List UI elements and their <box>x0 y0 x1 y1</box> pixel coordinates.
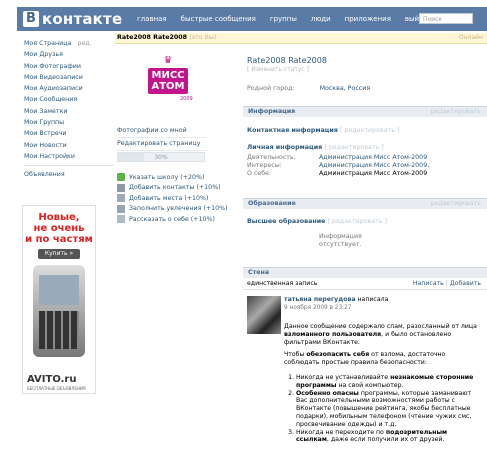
profile-name: Rate2008 Rate2008 <box>247 56 327 65</box>
top-nav: главная быстрые сообщения группы люди пр… <box>137 7 442 31</box>
wall-actions: Написать | Добавить <box>412 280 481 287</box>
interests-row: Интересы: Администрация Мисс Атом-2009, <box>247 162 430 169</box>
info-section-title: Информация <box>248 108 296 115</box>
ad-brand: AVITO.ru <box>27 374 77 385</box>
post-author-avatar[interactable] <box>247 296 281 334</box>
phone-image <box>33 265 85 357</box>
post-author-link[interactable]: татьяна перегудова <box>284 296 356 303</box>
edit-page-link[interactable]: Редактировать страницу <box>117 138 207 151</box>
nav-people[interactable]: люди <box>311 15 331 23</box>
logo-icon: В <box>23 11 39 27</box>
logo[interactable]: В контакте <box>23 10 122 28</box>
top-bar: В контакте главная быстрые сообщения гру… <box>17 7 487 31</box>
plus-icon <box>117 173 125 182</box>
list-item: Никогда не устанавливайте незнакомые сто… <box>296 374 479 390</box>
contact-edit-link[interactable]: [ редактировать ] <box>340 127 399 134</box>
sidebar-item-news[interactable]: Мои Новости <box>24 140 114 151</box>
ad-buy-button[interactable]: Купить » <box>38 249 80 259</box>
ad-line-3: и по частям <box>25 234 93 245</box>
post-body-1: Данное сообщение содержало спам, разосла… <box>284 323 477 346</box>
ad-line-2: не очень <box>33 223 85 234</box>
sidebar-item-my-page[interactable]: Моя Страница ред. <box>24 38 114 49</box>
change-status-link[interactable]: [ Изменить статус ] <box>247 66 309 73</box>
list-icon <box>117 204 125 213</box>
wall-toolbar: единственная запись Написать | Добавить <box>243 279 487 290</box>
sidebar-item-notes[interactable]: Мои Заметки <box>24 106 114 117</box>
list-item: Особенно опасны программы, которые заман… <box>296 390 479 429</box>
post-security-list: Никогда не устанавливайте незнакомые сто… <box>284 374 479 444</box>
sidebar-item-settings[interactable]: Мои Настройки <box>24 151 114 162</box>
advertisement-banner[interactable]: Новые, не очень и по частям Купить » AVI… <box>22 205 96 394</box>
profile-photo[interactable]: ♛ МИСС АТОМ 2009 <box>146 56 210 112</box>
sidebar-item-videos[interactable]: Мои Видеозаписи <box>24 72 114 83</box>
info-edit-link[interactable]: редактировать <box>431 107 481 117</box>
phone-icon <box>117 183 125 192</box>
activity-row: Деятельность: Администрация Мисс Атом-200… <box>247 154 428 161</box>
sidebar-item-groups[interactable]: Мои Группы <box>24 117 114 128</box>
personal-info-title: Личная информация [ редактировать ] <box>247 144 384 151</box>
ad-line-1: Новые, <box>38 212 80 223</box>
photo-logo-text: МИСС АТОМ <box>148 68 188 94</box>
nav-apps[interactable]: приложения <box>345 15 391 23</box>
post-date: 9 ноября 2009 в 23:27 <box>284 305 352 311</box>
hometown-label: Родной город: <box>247 85 295 92</box>
sidebar-item-audio[interactable]: Мои Аудиозаписи <box>24 83 114 94</box>
online-status: Онлайн <box>459 34 483 41</box>
speech-icon <box>117 215 125 224</box>
education-empty-2: отсутствует. <box>319 241 362 248</box>
header-status: (это Вы) <box>189 34 217 41</box>
hometown-value[interactable]: Москва, Россия <box>320 85 371 92</box>
tip-school[interactable]: Указать школу (+20%) <box>117 172 227 183</box>
ad-brand-sub: БЕСПЛАТНЫЕ ОБЪЯВЛЕНИЯ <box>27 386 86 391</box>
profile-actions: Фотографии со мной Редактировать страниц… <box>117 125 207 151</box>
progress-label: 30% <box>154 154 168 161</box>
header-name-text: Rate2008 Rate2008 <box>117 34 188 41</box>
wall-section-header[interactable]: Стена <box>243 267 487 278</box>
photos-with-me-link[interactable]: Фотографии со мной <box>117 125 207 138</box>
higher-education-edit-link[interactable]: [ редактировать ] <box>328 218 387 225</box>
house-icon <box>117 194 125 203</box>
education-edit-link[interactable]: редактировать <box>431 199 481 209</box>
education-empty-1: Информация <box>319 233 362 240</box>
post-header: татьяна перегудова написала <box>284 296 389 303</box>
tip-hobbies[interactable]: Заполнить увлечения (+10%) <box>117 204 228 215</box>
sidebar-item-photos[interactable]: Мои Фотографии <box>24 61 114 72</box>
nav-home[interactable]: главная <box>137 15 167 23</box>
sidebar-divider <box>24 165 114 167</box>
search-input[interactable]: Поиск <box>419 13 473 24</box>
profile-header: Rate2008 Rate2008 (это Вы) Онлайн <box>115 33 487 44</box>
education-section-header[interactable]: Образование редактировать <box>243 198 487 209</box>
sidebar: Моя Страница ред. Мои Друзья Мои Фотограф… <box>24 38 114 181</box>
sidebar-item-friends[interactable]: Мои Друзья <box>24 49 114 60</box>
post-body-2: Чтобы обезопасить себя от взлома, достат… <box>284 351 446 366</box>
about-row: О себе: Администрация Мисс Атом-2009 <box>247 170 428 177</box>
profile-completeness-bar: 30% <box>117 152 205 162</box>
tip-contacts[interactable]: Добавить контакты (+10%) <box>117 183 227 194</box>
photo-year: 2009 <box>180 96 193 102</box>
sidebar-item-messages[interactable]: Мои Сообщения <box>24 94 114 105</box>
sidebar-item-label[interactable]: Моя Страница <box>24 40 71 47</box>
info-section-header[interactable]: Информация редактировать <box>243 106 487 117</box>
wall-write-link[interactable]: Написать <box>413 280 444 287</box>
sidebar-item-events[interactable]: Мои Встречи <box>24 128 114 139</box>
profile-tips: Указать школу (+20%) Добавить контакты (… <box>117 172 228 225</box>
personal-edit-link[interactable]: [ редактировать ] <box>324 144 383 151</box>
wall-count: единственная запись <box>247 280 318 287</box>
nav-quick-messages[interactable]: быстрые сообщения <box>181 15 256 23</box>
contact-info-title: Контактная информация [ редактировать ] <box>247 127 400 134</box>
sidebar-item-ads[interactable]: Объявления <box>24 169 114 180</box>
wall-add-link[interactable]: Добавить <box>450 280 481 287</box>
nav-groups[interactable]: группы <box>270 15 297 23</box>
list-item: Никогда не переходите по подозрительным … <box>296 429 479 445</box>
header-name: Rate2008 Rate2008 (это Вы) <box>117 34 216 41</box>
tip-about[interactable]: Рассказать о себе (+10%) <box>117 214 227 225</box>
logo-text: контакте <box>42 10 123 28</box>
sidebar-edit-link[interactable]: ред. <box>77 40 91 47</box>
hometown-row: Родной город: Москва, Россия <box>247 85 370 92</box>
tip-places[interactable]: Добавить места (+10%) <box>117 193 227 204</box>
higher-education-title: Высшее образование [ редактировать ] <box>247 218 387 225</box>
